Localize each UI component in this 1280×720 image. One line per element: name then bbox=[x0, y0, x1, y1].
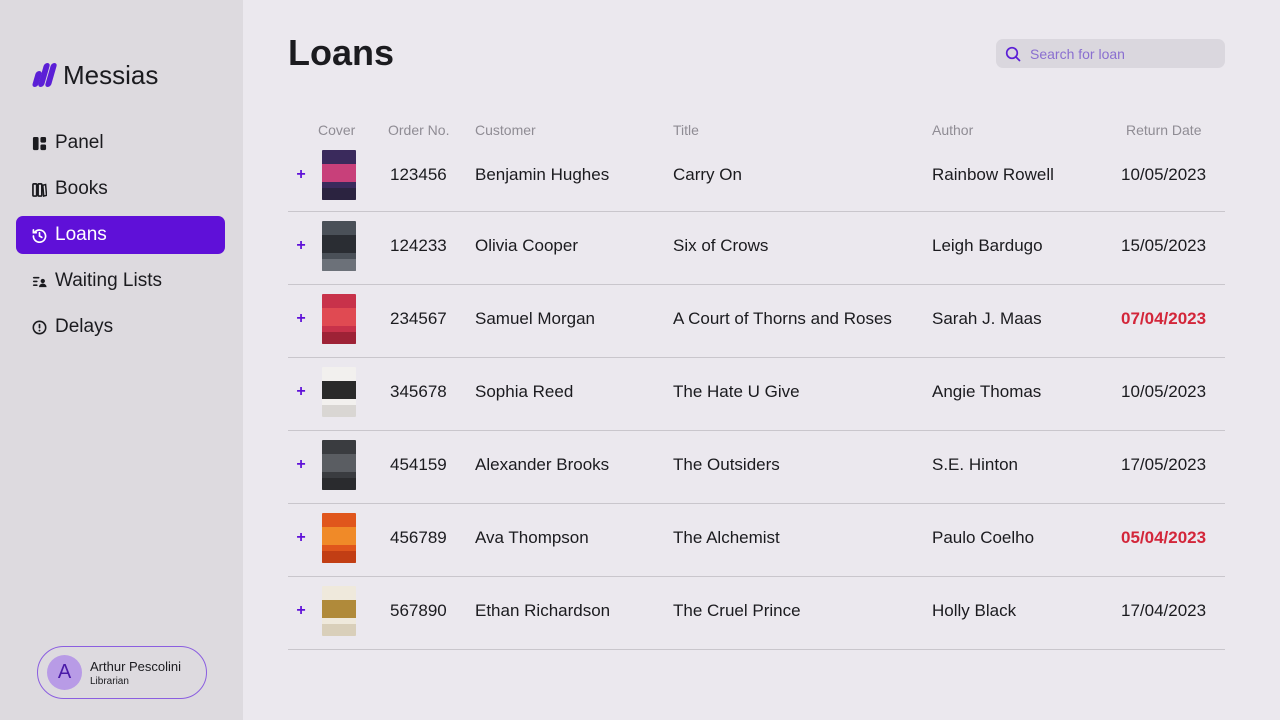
sidebar-item-label: Delays bbox=[55, 316, 114, 337]
brand-logo-icon bbox=[31, 63, 58, 87]
expand-row-icon[interactable]: + bbox=[295, 384, 307, 400]
book-cover bbox=[322, 513, 356, 563]
column-header-return-date[interactable]: Return Date bbox=[1126, 122, 1201, 138]
brand[interactable]: Messias bbox=[31, 59, 159, 90]
page-title: Loans bbox=[288, 32, 395, 73]
order-number: 345678 bbox=[390, 382, 447, 401]
sidebar-item-label: Books bbox=[55, 178, 108, 199]
user-profile-card[interactable]: A Arthur Pescolini Librarian bbox=[37, 646, 207, 699]
return-date: 10/05/2023 bbox=[1121, 165, 1207, 184]
column-header-customer[interactable]: Customer bbox=[475, 122, 536, 138]
author-name: Leigh Bardugo bbox=[932, 236, 1043, 255]
sidebar-item-delays[interactable]: Delays bbox=[16, 308, 225, 346]
expand-row-icon[interactable]: + bbox=[295, 457, 307, 473]
author-name: Holly Black bbox=[932, 601, 1017, 620]
book-title: The Cruel Prince bbox=[673, 601, 801, 620]
table-row[interactable]: +345678 Sophia Reed The Hate U Give Angie T… bbox=[288, 358, 1225, 431]
search-bar[interactable] bbox=[996, 39, 1225, 68]
book-cover bbox=[322, 221, 356, 271]
delays-icon bbox=[32, 320, 47, 335]
author-name: Rainbow Rowell bbox=[932, 165, 1054, 184]
sidebar-item-label: Waiting Lists bbox=[55, 270, 162, 291]
user-name: Arthur Pescolini bbox=[90, 658, 182, 674]
book-cover bbox=[322, 367, 356, 417]
customer-name: Samuel Morgan bbox=[475, 309, 596, 328]
search-input[interactable] bbox=[1030, 45, 1210, 62]
return-date: 17/04/2023 bbox=[1121, 601, 1207, 620]
table-row[interactable]: +454159 Alexander Brooks The Outsiders S.E.… bbox=[288, 431, 1225, 504]
sidebar-item-panel[interactable]: Panel bbox=[16, 124, 225, 162]
book-cover bbox=[322, 150, 356, 200]
column-header-title[interactable]: Title bbox=[673, 122, 699, 138]
author-name: Sarah J. Maas bbox=[932, 309, 1042, 328]
brand-name: Messias bbox=[63, 59, 159, 90]
expand-row-icon[interactable]: + bbox=[295, 167, 307, 183]
sidebar: Messias Panel Books Loans Waiting Lists bbox=[0, 0, 243, 720]
order-number: 124233 bbox=[390, 236, 447, 255]
column-header-order-no[interactable]: Order No. bbox=[388, 122, 449, 138]
book-title: The Outsiders bbox=[673, 455, 780, 474]
books-icon bbox=[32, 182, 47, 197]
expand-row-icon[interactable]: + bbox=[295, 238, 307, 254]
waiting-list-icon bbox=[32, 274, 47, 289]
return-date: 07/04/2023 bbox=[1121, 309, 1207, 328]
customer-name: Benjamin Hughes bbox=[475, 165, 610, 184]
author-name: Angie Thomas bbox=[932, 382, 1042, 401]
expand-row-icon[interactable]: + bbox=[295, 603, 307, 619]
order-number: 123456 bbox=[390, 165, 447, 184]
sidebar-item-loans[interactable]: Loans bbox=[16, 216, 225, 254]
sidebar-item-label: Loans bbox=[55, 224, 107, 245]
avatar: A bbox=[47, 655, 82, 690]
user-role: Librarian bbox=[90, 675, 129, 687]
return-date: 15/05/2023 bbox=[1121, 236, 1207, 255]
customer-name: Olivia Cooper bbox=[475, 236, 578, 255]
sidebar-item-label: Panel bbox=[55, 132, 104, 153]
customer-name: Sophia Reed bbox=[475, 382, 574, 401]
table-row[interactable]: +456789 Ava Thompson The Alchemist Paulo Co… bbox=[288, 504, 1225, 577]
table-body: +123456 Benjamin Hughes Carry On Rainbow Ro… bbox=[288, 144, 1225, 650]
sidebar-item-waiting-lists[interactable]: Waiting Lists bbox=[16, 262, 225, 300]
order-number: 567890 bbox=[390, 601, 447, 620]
order-number: 454159 bbox=[390, 455, 447, 474]
book-title: A Court of Thorns and Roses bbox=[673, 309, 892, 328]
book-title: Carry On bbox=[673, 165, 742, 184]
order-number: 234567 bbox=[390, 309, 447, 328]
table-row[interactable]: +123456 Benjamin Hughes Carry On Rainbow Ro… bbox=[288, 144, 1225, 212]
panel-icon bbox=[32, 136, 47, 151]
expand-row-icon[interactable]: + bbox=[295, 530, 307, 546]
book-title: Six of Crows bbox=[673, 236, 769, 255]
author-name: S.E. Hinton bbox=[932, 455, 1018, 474]
column-header-cover[interactable]: Cover bbox=[318, 122, 355, 138]
customer-name: Ethan Richardson bbox=[475, 601, 611, 620]
book-title: The Hate U Give bbox=[673, 382, 800, 401]
sidebar-item-books[interactable]: Books bbox=[16, 170, 225, 208]
customer-name: Alexander Brooks bbox=[475, 455, 610, 474]
loans-icon bbox=[32, 228, 47, 243]
book-cover bbox=[322, 294, 356, 344]
table-row[interactable]: +234567 Samuel Morgan A Court of Thorns an… bbox=[288, 285, 1225, 358]
book-cover bbox=[322, 440, 356, 490]
column-header-author[interactable]: Author bbox=[932, 122, 973, 138]
author-name: Paulo Coelho bbox=[932, 528, 1035, 547]
expand-row-icon[interactable]: + bbox=[295, 311, 307, 327]
book-title: The Alchemist bbox=[673, 528, 780, 547]
return-date: 05/04/2023 bbox=[1121, 528, 1207, 547]
return-date: 10/05/2023 bbox=[1121, 382, 1207, 401]
sidebar-nav: Panel Books Loans Waiting Lists Delays bbox=[16, 124, 225, 354]
customer-name: Ava Thompson bbox=[475, 528, 589, 547]
order-number: 456789 bbox=[390, 528, 447, 547]
book-cover bbox=[322, 586, 356, 636]
table-row[interactable]: +124233 Olivia Cooper Six of Crows Leigh Ba… bbox=[288, 212, 1225, 285]
search-icon bbox=[1004, 45, 1022, 63]
loans-table: Cover Order No. Customer Title Author Re… bbox=[288, 118, 1225, 650]
user-info: Arthur Pescolini Librarian bbox=[90, 659, 181, 687]
table-header: Cover Order No. Customer Title Author Re… bbox=[288, 118, 1225, 144]
table-row[interactable]: +567890 Ethan Richardson The Cruel Prince H… bbox=[288, 577, 1225, 650]
return-date: 17/05/2023 bbox=[1121, 455, 1207, 474]
